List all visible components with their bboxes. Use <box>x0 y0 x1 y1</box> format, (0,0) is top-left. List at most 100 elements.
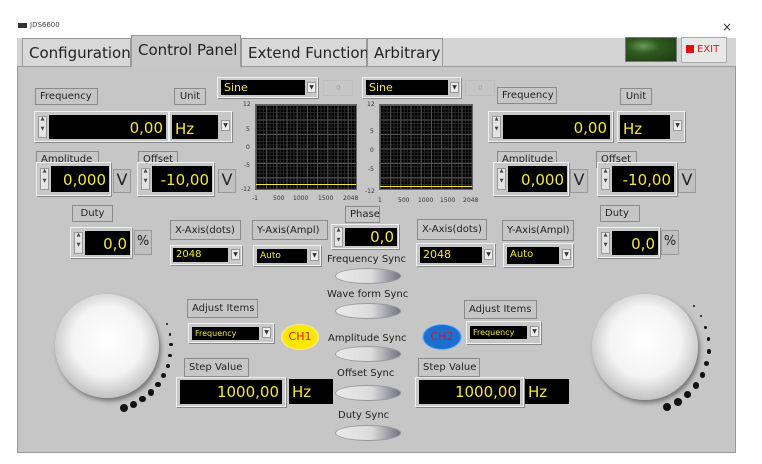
scale-dot <box>674 398 682 406</box>
increment-decrement-icon[interactable]: ▲ ▼ <box>334 227 343 247</box>
stop-icon <box>686 45 694 53</box>
ch1-frequency-input[interactable]: 0,00 <box>49 115 166 139</box>
ch2-unit-select[interactable]: Hz ▼ <box>617 111 685 142</box>
ch1-step-value-label: Step Value <box>184 358 249 377</box>
ch1-xaxis-value: 2048 <box>173 248 228 262</box>
chevron-down-icon[interactable]: ▼ <box>221 120 230 131</box>
frequency-sync-label: Frequency Sync <box>327 254 406 265</box>
scale-dot <box>129 400 138 408</box>
ch2-unit-value: Hz <box>620 115 670 139</box>
tab-arbitrary[interactable]: Arbitrary <box>367 38 443 66</box>
offset-sync-toggle[interactable] <box>335 385 401 401</box>
ch1-frequency-control: ▲ ▼ 0,00 <box>34 111 169 142</box>
waveform-sync-toggle[interactable] <box>335 303 401 319</box>
ch1-amplitude-input[interactable]: 0,000 <box>51 166 109 192</box>
ch2-amplitude-unit: V <box>570 169 588 193</box>
increment-decrement-icon[interactable]: ▲ ▼ <box>40 168 49 190</box>
y-tick: -12 <box>365 188 375 195</box>
increment-decrement-icon[interactable]: ▲ ▼ <box>38 116 47 138</box>
ch1-trace <box>256 184 356 185</box>
ch1-yaxis-label: Y-Axis(Ampl) <box>252 220 328 240</box>
offset-sync-label: Offset Sync <box>337 368 395 379</box>
ch1-yaxis-select[interactable]: Auto ▼ <box>253 245 321 266</box>
ch2-frequency-label: Frequency <box>497 87 557 104</box>
y-tick: 0 <box>370 147 374 154</box>
scale-dot <box>168 333 172 336</box>
tab-control-panel[interactable]: Control Panel <box>131 35 241 67</box>
x-tick: 1 <box>378 197 382 204</box>
ch2-duty-control: ▲ ▼ 0,0 <box>597 227 660 258</box>
ch2-offset-control: ▲ ▼ -10,00 <box>597 162 677 196</box>
scale-dot <box>165 363 171 368</box>
increment-decrement-icon[interactable]: ▲ ▼ <box>74 232 83 254</box>
close-button[interactable]: × <box>722 20 732 34</box>
ch1-unit-select[interactable]: Hz ▼ <box>169 111 232 142</box>
ch2-waveform-graph <box>379 104 473 190</box>
ch1-adjust-knob[interactable] <box>55 294 159 398</box>
tab-extend-function[interactable]: Extend Function <box>241 38 369 66</box>
y-tick: 12 <box>367 101 375 108</box>
exit-button[interactable]: EXIT <box>681 37 727 63</box>
increment-decrement-icon[interactable]: ▲ ▼ <box>601 168 610 190</box>
increment-decrement-icon[interactable]: ▲ ▼ <box>492 116 501 138</box>
ch1-duty-input[interactable]: 0,0 <box>85 231 130 255</box>
ch2-step-input[interactable]: 1000,00 <box>419 380 520 404</box>
ch2-frequency-control: ▲ ▼ 0,00 <box>488 111 613 142</box>
ch2-adjust-knob[interactable] <box>592 294 698 400</box>
scale-dot <box>147 389 155 396</box>
amplitude-sync-label: Amplitude Sync <box>328 333 407 344</box>
ch2-xaxis-label: X-Axis(dots) <box>417 219 487 240</box>
chevron-down-icon[interactable]: ▼ <box>231 249 240 260</box>
chevron-down-icon[interactable]: ▼ <box>262 327 271 338</box>
y-tick: -12 <box>241 186 251 193</box>
increment-decrement-icon[interactable]: ▲ ▼ <box>497 168 506 190</box>
ch1-wave-index-spinner: 0 <box>323 80 353 96</box>
amplitude-sync-toggle[interactable] <box>335 346 401 362</box>
ch1-xaxis-select[interactable]: 2048 ▼ <box>170 245 242 265</box>
chevron-down-icon[interactable]: ▼ <box>307 82 316 93</box>
ch1-offset-input[interactable]: -10,00 <box>152 166 212 192</box>
ch2-frequency-input[interactable]: 0,00 <box>503 115 610 139</box>
ch2-xaxis-value: 2048 <box>420 247 482 263</box>
chevron-down-icon[interactable]: ▼ <box>484 249 493 260</box>
ch1-waveform-select[interactable]: Sine ▼ <box>217 77 318 98</box>
chevron-down-icon[interactable]: ▼ <box>530 326 539 337</box>
ch2-offset-input[interactable]: -10,00 <box>612 166 674 192</box>
increment-decrement-icon[interactable]: ▲ ▼ <box>601 232 610 254</box>
ch2-waveform-value: Sine <box>366 80 448 95</box>
x-tick: -1 <box>252 195 258 202</box>
waveform-sync-label: Wave form Sync <box>327 289 409 300</box>
y-tick: -5 <box>244 162 250 169</box>
app-icon <box>18 22 27 28</box>
ch2-xaxis-select[interactable]: 2048 ▼ <box>416 243 495 266</box>
ch1-amplitude-control: ▲ ▼ 0,000 <box>36 162 111 196</box>
scale-dot <box>693 382 700 389</box>
ch2-waveform-select[interactable]: Sine ▼ <box>362 77 461 98</box>
ch1-step-control: 1000,00 <box>176 377 286 407</box>
duty-sync-toggle[interactable] <box>335 425 401 441</box>
chevron-down-icon[interactable]: ▼ <box>310 250 319 261</box>
scale-dot <box>693 304 696 307</box>
y-tick: 5 <box>370 128 374 135</box>
ch1-step-input[interactable]: 1000,00 <box>180 380 282 404</box>
x-tick: 1000 <box>418 197 434 204</box>
ch1-adjust-items-select[interactable]: Frequency ▼ <box>188 323 274 343</box>
ch2-adjust-items-select[interactable]: Frequency ▼ <box>466 321 541 344</box>
ch2-amplitude-input[interactable]: 0,000 <box>508 166 567 192</box>
chevron-down-icon[interactable]: ▼ <box>450 82 459 93</box>
frequency-sync-toggle[interactable] <box>335 268 401 284</box>
ch1-badge: CH1 <box>278 322 322 352</box>
y-tick: 0 <box>246 144 250 151</box>
ch2-duty-input[interactable]: 0,0 <box>612 231 658 255</box>
chevron-down-icon[interactable]: ▼ <box>673 120 682 131</box>
y-tick: 5 <box>246 126 250 133</box>
ch2-yaxis-select[interactable]: Auto ▼ <box>503 243 573 267</box>
ch2-wave-index-spinner: 0 <box>465 80 495 96</box>
ch1-duty-label: Duty <box>72 205 113 222</box>
ch1-unit-label: Unit <box>174 88 206 105</box>
ch2-adjust-value: Frequency <box>470 326 527 339</box>
chevron-down-icon[interactable]: ▼ <box>562 249 571 260</box>
increment-decrement-icon[interactable]: ▲ ▼ <box>141 168 150 190</box>
phase-input[interactable]: 0,0 <box>345 228 397 246</box>
tab-configuration[interactable]: Configuration <box>22 38 131 66</box>
